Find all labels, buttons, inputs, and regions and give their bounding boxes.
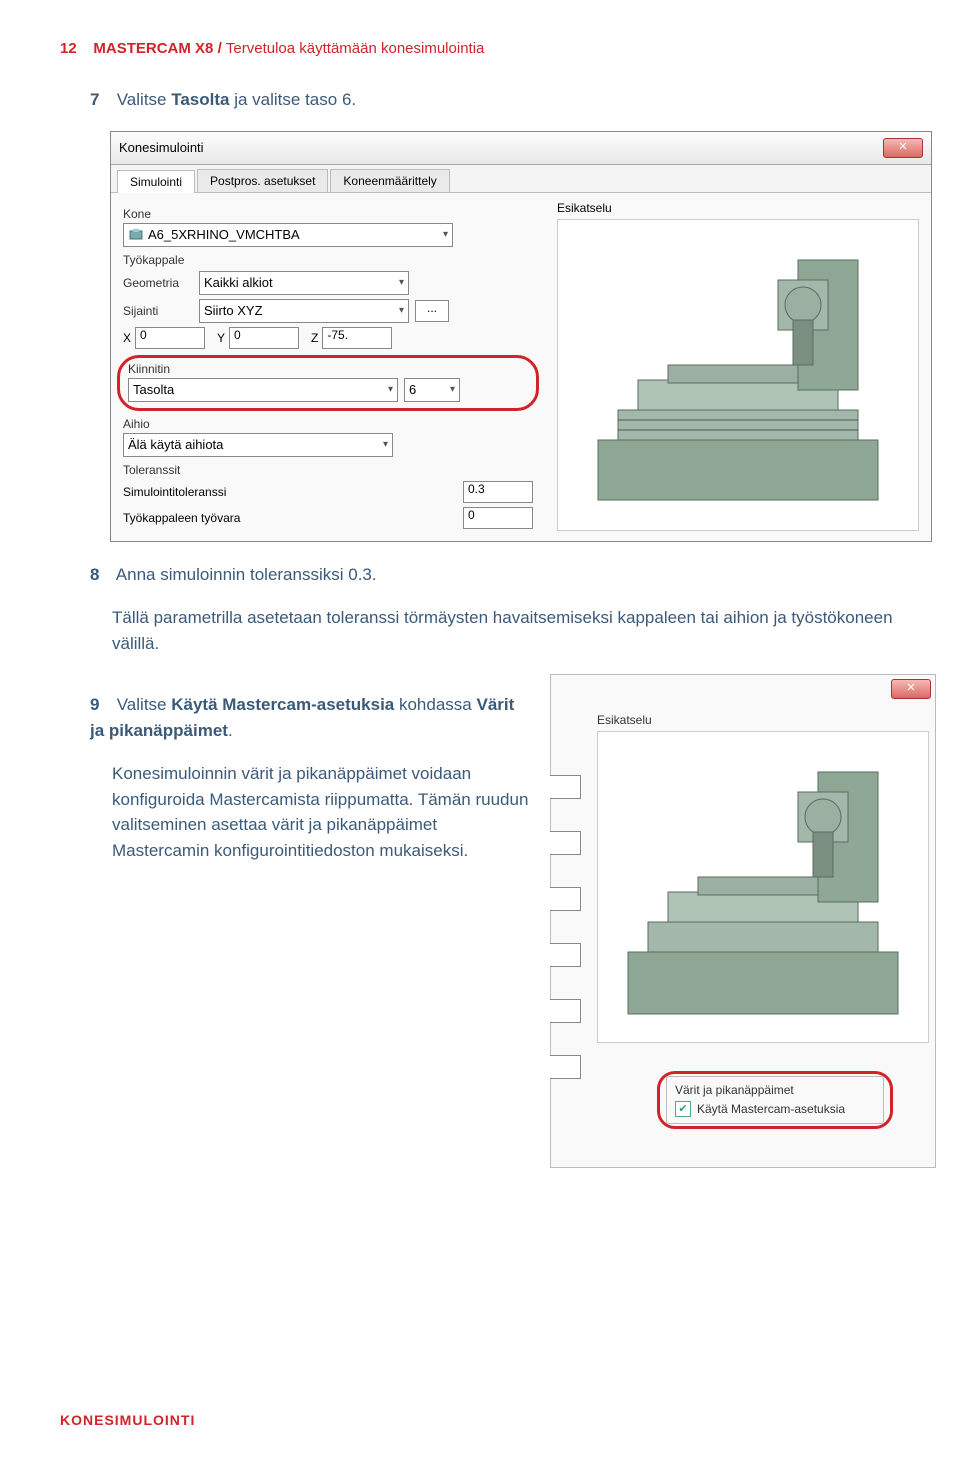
- machine-svg: [558, 220, 918, 530]
- field-stubs: [550, 775, 581, 1079]
- step-8-sub: Tällä parametrilla asetetaan toleranssi …: [112, 605, 910, 656]
- stub: [550, 887, 581, 911]
- step-9: 9 Valitse Käytä Mastercam-asetuksia kohd…: [90, 692, 530, 743]
- y-label: Y: [217, 331, 225, 345]
- step-9-text-b: kohdassa: [394, 695, 476, 714]
- machine-preview-2: [597, 731, 929, 1043]
- step-9-text-a: Valitse: [117, 695, 172, 714]
- stub: [550, 831, 581, 855]
- esikatselu-label: Esikatselu: [557, 201, 919, 215]
- x-field[interactable]: 0: [135, 327, 205, 349]
- step-8-text: Anna simuloinnin toleranssiksi 0.3.: [116, 565, 377, 584]
- sijainti-ellipsis-button[interactable]: ...: [415, 300, 449, 322]
- step-9-text-c: .: [228, 721, 233, 740]
- stub: [550, 775, 581, 799]
- use-mastercam-checkbox[interactable]: ✔: [675, 1101, 691, 1117]
- stub: [550, 943, 581, 967]
- kone-label: Kone: [123, 207, 533, 221]
- dialog-titlebar: Konesimulointi ✕: [111, 132, 931, 165]
- tyovara-label: Työkappaleen työvara: [123, 511, 240, 525]
- dialog-title: Konesimulointi: [119, 140, 204, 155]
- machine-icon: [128, 228, 144, 242]
- toleranssit-label: Toleranssit: [123, 463, 533, 477]
- sijainti-value: Siirto XYZ: [204, 303, 263, 318]
- kiinnitin-highlight: Kiinnitin Tasolta ▾ 6 ▾: [117, 355, 539, 411]
- sijainti-combo[interactable]: Siirto XYZ ▾: [199, 299, 409, 323]
- y-field[interactable]: 0: [229, 327, 299, 349]
- chevron-down-icon: ▾: [383, 439, 388, 450]
- step-9-bold1: Käytä Mastercam-asetuksia: [171, 695, 394, 714]
- kone-value: A6_5XRHINO_VMCHTBA: [148, 227, 300, 242]
- step-9-sub: Konesimuloinnin värit ja pikanäppäimet v…: [112, 761, 530, 863]
- aihio-combo[interactable]: Älä käytä aihiota ▾: [123, 433, 393, 457]
- page-header: 12 MASTERCAM X8 / Tervetuloa käyttämään …: [60, 40, 910, 57]
- konesimulointi-dialog: Konesimulointi ✕ Simulointi Postpros. as…: [110, 131, 932, 542]
- aihio-value: Älä käytä aihiota: [128, 437, 223, 452]
- close-button[interactable]: ✕: [883, 138, 923, 158]
- header-subtitle: Tervetuloa käyttämään konesimulointia: [226, 40, 484, 57]
- geometria-combo[interactable]: Kaikki alkiot ▾: [199, 271, 409, 295]
- dialog-tabs: Simulointi Postpros. asetukset Koneenmää…: [111, 165, 931, 193]
- tab-postpros[interactable]: Postpros. asetukset: [197, 169, 328, 192]
- chevron-down-icon: ▾: [388, 384, 393, 395]
- page-number: 12: [60, 40, 77, 57]
- tyovara-field[interactable]: 0: [463, 507, 533, 529]
- simtol-field[interactable]: 0.3: [463, 481, 533, 503]
- header-slash: /: [218, 40, 222, 57]
- z-label: Z: [311, 331, 318, 345]
- aihio-label: Aihio: [123, 417, 533, 431]
- step-7-text-b: ja valitse taso 6.: [230, 90, 357, 109]
- machine-svg-2: [598, 732, 928, 1042]
- kiinnitin-label: Kiinnitin: [128, 362, 528, 376]
- step-8: 8 Anna simuloinnin toleranssiksi 0.3.: [90, 562, 910, 588]
- chevron-down-icon: ▾: [443, 229, 448, 240]
- kiinnitin-combo[interactable]: Tasolta ▾: [128, 378, 398, 402]
- colors-highlight: Värit ja pikanäppäimet ✔ Käytä Mastercam…: [657, 1071, 893, 1129]
- chevron-down-icon: ▾: [450, 384, 455, 395]
- use-mastercam-label: Käytä Mastercam-asetuksia: [697, 1102, 845, 1116]
- step-9-number: 9: [90, 692, 112, 718]
- machine-preview: [557, 219, 919, 531]
- step-7-text-a: Valitse: [117, 90, 172, 109]
- kone-combo[interactable]: A6_5XRHINO_VMCHTBA ▾: [123, 223, 453, 247]
- kiinnitin-num: 6: [409, 382, 416, 397]
- simtol-label: Simulointitoleranssi: [123, 485, 226, 499]
- z-field[interactable]: -75.: [322, 327, 392, 349]
- colors-snippet: ✕ Esikatselu: [550, 674, 936, 1168]
- tyokappale-label: Työkappale: [123, 253, 533, 267]
- step-7: 7 Valitse Tasolta ja valitse taso 6.: [90, 87, 910, 113]
- chevron-down-icon: ▾: [399, 305, 404, 316]
- chevron-down-icon: ▾: [399, 277, 404, 288]
- step-7-number: 7: [90, 87, 112, 113]
- step-8-number: 8: [90, 562, 112, 588]
- kiinnitin-num-combo[interactable]: 6 ▾: [404, 378, 460, 402]
- step-7-bold: Tasolta: [171, 90, 229, 109]
- kiinnitin-value: Tasolta: [133, 382, 174, 397]
- close-button[interactable]: ✕: [891, 679, 931, 699]
- esikatselu-label-2: Esikatselu: [597, 713, 929, 727]
- colors-groupbox: Värit ja pikanäppäimet ✔ Käytä Mastercam…: [666, 1076, 884, 1124]
- geometria-value: Kaikki alkiot: [204, 275, 273, 290]
- page-footer: KONESIMULOINTI: [60, 1412, 195, 1428]
- geometria-label: Geometria: [123, 276, 193, 290]
- sijainti-label: Sijainti: [123, 304, 193, 318]
- tab-simulointi[interactable]: Simulointi: [117, 170, 195, 193]
- product-name: MASTERCAM X8: [93, 40, 213, 57]
- tab-koneenmaarittely[interactable]: Koneenmäärittely: [330, 169, 449, 192]
- stub: [550, 1055, 581, 1079]
- x-label: X: [123, 331, 131, 345]
- colors-title: Värit ja pikanäppäimet: [675, 1083, 875, 1097]
- stub: [550, 999, 581, 1023]
